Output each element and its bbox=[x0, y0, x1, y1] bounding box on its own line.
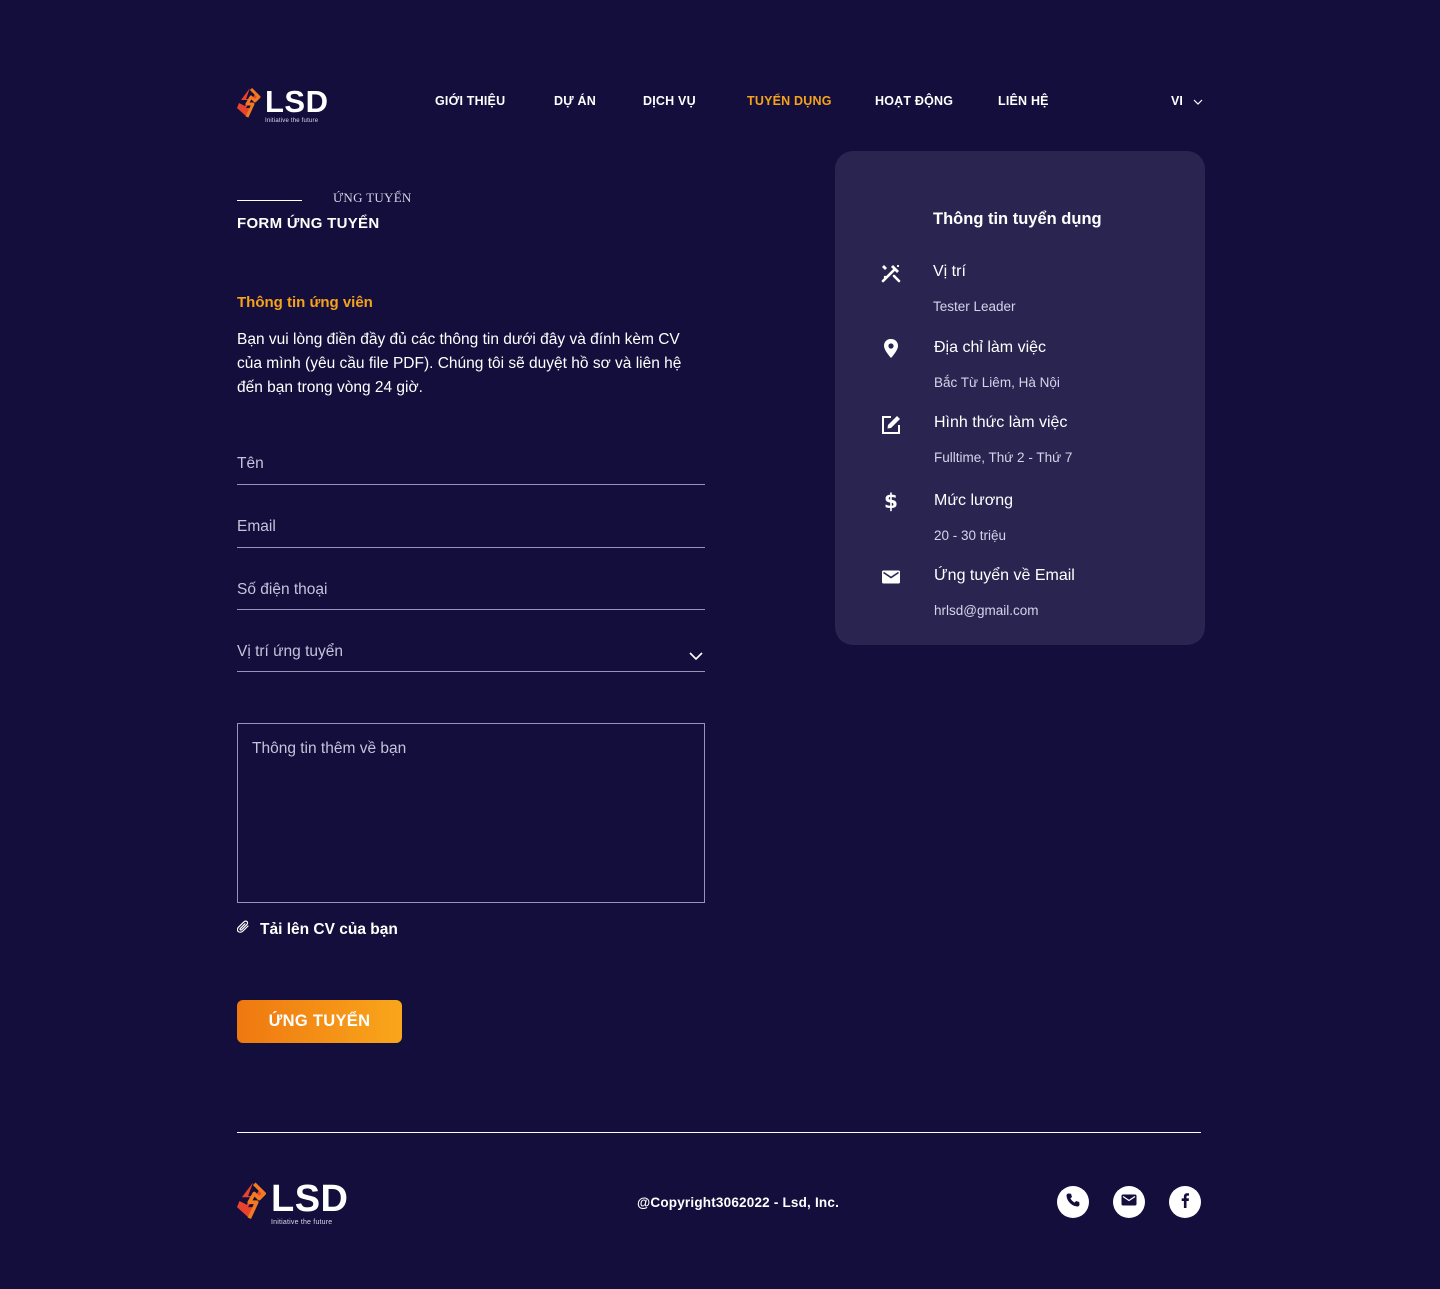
footer-logo[interactable]: LSD Initiative the future bbox=[237, 1180, 349, 1226]
paperclip-icon bbox=[236, 920, 250, 939]
phone-placeholder: Số điện thoại bbox=[237, 581, 328, 598]
phone-button[interactable] bbox=[1057, 1186, 1089, 1218]
logo-tagline: Initiative the future bbox=[265, 118, 319, 124]
about-placeholder: Thông tin thêm về bạn bbox=[252, 740, 407, 757]
nav-item-tuyen-dung[interactable]: TUYỂN DỤNG bbox=[747, 94, 832, 108]
job-info-label-address: Địa chỉ làm việc bbox=[934, 339, 1047, 356]
nav-item-dich-vu[interactable]: DỊCH VỤ bbox=[643, 94, 696, 108]
position-placeholder: Vị trí ứng tuyển bbox=[237, 643, 344, 660]
copyright-text: @Copyright3062022 - Lsd, Inc. bbox=[637, 1195, 840, 1210]
job-info-label-position: Vị trí bbox=[933, 263, 966, 280]
page-title: FORM ỨNG TUYỂN bbox=[237, 215, 380, 232]
main-nav: GIỚI THIỆU DỰ ÁN DỊCH VỤ TUYỂN DỤNG HOẠT… bbox=[0, 94, 1440, 110]
job-info-label-work-type: Hình thức làm việc bbox=[934, 414, 1068, 431]
job-info-value-work-type: Fulltime, Thứ 2 - Thứ 7 bbox=[934, 450, 1073, 465]
job-info-label-email: Ứng tuyển về Email bbox=[934, 567, 1075, 584]
email-placeholder: Email bbox=[237, 518, 276, 535]
facebook-icon bbox=[1180, 1192, 1190, 1213]
email-button[interactable] bbox=[1113, 1186, 1145, 1218]
job-info-title: Thông tin tuyển dụng bbox=[933, 210, 1102, 228]
dollar-icon: $ bbox=[884, 489, 898, 513]
job-info-label-salary: Mức lương bbox=[934, 492, 1014, 509]
nav-item-hoat-dong[interactable]: HOẠT ĐỘNG bbox=[875, 94, 953, 108]
apply-button[interactable]: ỨNG TUYỂN bbox=[237, 1000, 402, 1043]
job-info-value-salary: 20 - 30 triệu bbox=[934, 528, 1007, 543]
job-info-value-position: Tester Leader bbox=[933, 299, 1016, 314]
breadcrumb: ỨNG TUYỂN bbox=[333, 190, 412, 205]
tools-icon bbox=[879, 261, 903, 285]
upload-cv-label: Tải lên CV của bạn bbox=[260, 920, 398, 938]
email-field[interactable]: Email bbox=[237, 518, 705, 548]
language-selector[interactable]: VI bbox=[1171, 94, 1203, 108]
nav-item-du-an[interactable]: DỰ ÁN bbox=[554, 94, 596, 108]
chevron-down-icon bbox=[689, 647, 703, 665]
upload-cv-button[interactable]: Tải lên CV của bạn bbox=[236, 920, 398, 939]
about-textarea[interactable]: Thông tin thêm về bạn bbox=[237, 723, 705, 903]
section-title: Thông tin ứng viên bbox=[237, 294, 373, 311]
language-label: VI bbox=[1171, 94, 1183, 108]
position-select[interactable]: Vị trí ứng tuyển bbox=[237, 643, 705, 672]
form-intro: Bạn vui lòng điền đầy đủ các thông tin d… bbox=[237, 331, 682, 396]
edit-icon bbox=[879, 413, 903, 437]
logo-tagline: Initiative the future bbox=[271, 1219, 333, 1226]
logo-bolt-icon bbox=[237, 1180, 269, 1222]
footer-divider bbox=[237, 1132, 1201, 1133]
nav-item-lien-he[interactable]: LIÊN HỆ bbox=[998, 94, 1049, 108]
mail-icon bbox=[879, 565, 903, 589]
facebook-button[interactable] bbox=[1169, 1186, 1201, 1218]
phone-icon bbox=[1065, 1192, 1081, 1213]
phone-field[interactable]: Số điện thoại bbox=[237, 581, 705, 610]
name-placeholder: Tên bbox=[237, 455, 264, 472]
mail-icon bbox=[1121, 1193, 1137, 1211]
job-info-value-address: Bắc Từ Liêm, Hà Nội bbox=[934, 375, 1060, 390]
chevron-down-icon bbox=[1193, 94, 1203, 108]
location-pin-icon bbox=[879, 337, 903, 361]
nav-item-gioi-thieu[interactable]: GIỚI THIỆU bbox=[435, 94, 505, 108]
name-field[interactable]: Tên bbox=[237, 455, 705, 485]
logo-wordmark: LSD bbox=[271, 1178, 349, 1220]
breadcrumb-divider bbox=[237, 200, 302, 201]
job-info-value-email[interactable]: hrlsd@gmail.com bbox=[934, 603, 1038, 618]
